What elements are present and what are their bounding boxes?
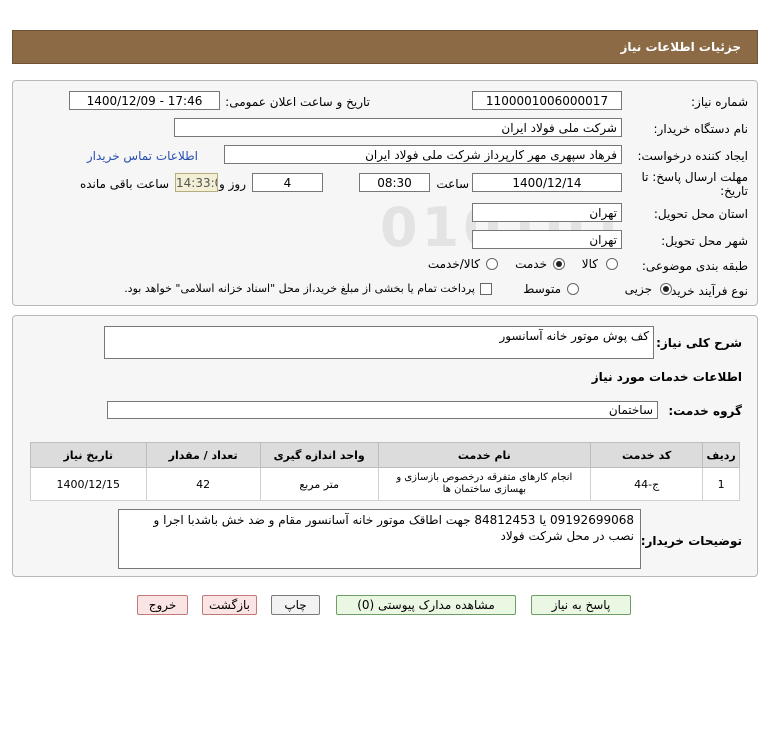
province-label: استان محل تحویل: — [653, 207, 748, 221]
category-option-service: خدمت — [515, 257, 547, 271]
table-row: 1 ج-44 انجام کارهای متفرقه درخصوص بازساز… — [30, 467, 740, 501]
province-field: تهران — [472, 203, 622, 222]
city-field: تهران — [472, 230, 622, 249]
process-radio-minor[interactable] — [660, 283, 672, 295]
category-option-goods-service: کالا/خدمت — [427, 257, 480, 271]
cell-unit: متر مربع — [259, 467, 379, 501]
category-radio-goods[interactable] — [606, 258, 618, 270]
treasury-payment-checkbox[interactable] — [480, 283, 492, 295]
page-header: جزئیات اطلاعات نیاز — [12, 30, 758, 64]
deadline-time-label: ساعت — [436, 177, 469, 191]
service-group-label: گروه خدمت: — [668, 404, 742, 418]
page-title: جزئیات اطلاعات نیاز — [620, 40, 741, 54]
cell-row: 1 — [702, 467, 740, 501]
days-field: 4 — [252, 173, 323, 192]
need-number-field: 1100001006000017 — [472, 91, 622, 110]
col-unit: واحد اندازه گیری — [259, 442, 379, 468]
category-option-goods: کالا — [581, 257, 598, 271]
buyer-notes-field: 09192699068 یا 84812453 جهت اطاقک موتور … — [118, 509, 641, 569]
cell-need-date: 1400/12/15 — [30, 467, 147, 501]
requester-field: فرهاد سپهری مهر کارپرداز شرکت ملی فولاد … — [224, 145, 622, 164]
print-button[interactable]: چاپ — [271, 595, 320, 615]
cell-quantity: 42 — [145, 467, 261, 501]
process-label: نوع فرآیند خرید : — [663, 284, 748, 298]
summary-field: کف پوش موتور خانه آسانسور — [104, 326, 654, 359]
col-quantity: تعداد / مقدار — [145, 442, 261, 468]
process-option-medium: متوسط — [523, 282, 561, 296]
col-service-code: کد خدمت — [590, 442, 704, 468]
days-label: روز و — [219, 177, 246, 191]
services-table: ردیف کد خدمت نام خدمت واحد اندازه گیری ت… — [30, 442, 740, 501]
service-group-field: ساختمان — [107, 401, 658, 419]
exit-button[interactable]: خروج — [137, 595, 188, 615]
cell-service-name: انجام کارهای متفرقه درخصوص بازسازی و بهس… — [377, 467, 592, 501]
announce-label: تاریخ و ساعت اعلان عمومی: — [225, 95, 370, 109]
reply-button[interactable]: پاسخ به نیاز — [531, 595, 631, 615]
process-radio-medium[interactable] — [567, 283, 579, 295]
summary-label: شرح کلی نیاز: — [656, 336, 742, 350]
remaining-time-field: 14:33:05 — [175, 173, 218, 192]
col-row: ردیف — [702, 442, 740, 468]
col-need-date: تاریخ نیاز — [30, 442, 147, 468]
services-heading: اطلاعات خدمات مورد نیاز — [591, 370, 742, 384]
category-radio-service[interactable] — [553, 258, 565, 270]
cell-service-code: ج-44 — [590, 467, 704, 501]
attachments-button[interactable]: مشاهده مدارک پیوستی (0) — [336, 595, 516, 615]
buyer-org-label: نام دستگاه خریدار: — [653, 122, 749, 136]
deadline-time-field: 08:30 — [359, 173, 430, 192]
announce-field: 1400/12/09 - 17:46 — [69, 91, 220, 110]
buyer-notes-label: توضیحات خریدار: — [640, 534, 742, 548]
payment-note: پرداخت تمام یا بخشی از مبلغ خرید،از محل … — [124, 282, 475, 295]
process-option-minor: جزیی — [624, 282, 652, 296]
deadline-label-1: مهلت ارسال پاسخ: تا — [641, 170, 748, 184]
deadline-date-field: 1400/12/14 — [472, 173, 622, 192]
contact-buyer-link[interactable]: اطلاعات تماس خریدار — [87, 149, 198, 163]
category-label: طبقه بندی موضوعی: — [641, 259, 748, 273]
col-service-name: نام خدمت — [377, 442, 592, 468]
category-radio-goods-service[interactable] — [486, 258, 498, 270]
table-header-row: ردیف کد خدمت نام خدمت واحد اندازه گیری ت… — [30, 442, 740, 468]
remaining-label: ساعت باقی مانده — [79, 177, 169, 191]
back-button[interactable]: بازگشت — [202, 595, 257, 615]
deadline-label-2: تاریخ: — [720, 184, 748, 198]
requester-label: ایجاد کننده درخواست: — [637, 149, 748, 163]
need-number-label: شماره نیاز: — [691, 95, 748, 109]
buyer-org-field: شرکت ملی فولاد ایران — [174, 118, 622, 137]
city-label: شهر محل تحویل: — [661, 234, 748, 248]
